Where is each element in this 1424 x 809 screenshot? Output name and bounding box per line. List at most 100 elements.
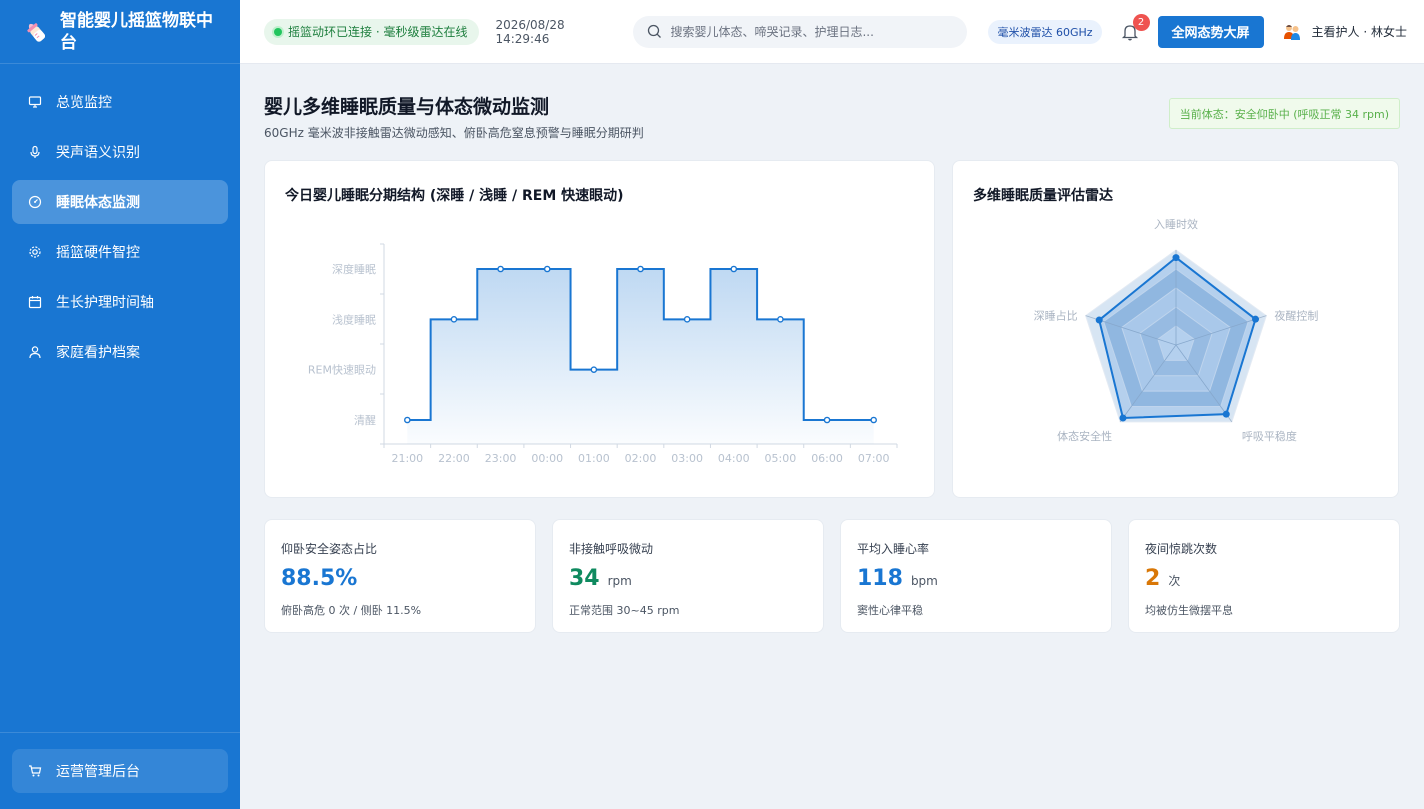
brand: 智能婴儿摇篮物联中台 (0, 0, 240, 64)
kpi-subtext: 正常范围 30~45 rpm (569, 604, 680, 617)
kpi-card-heart-rate: 平均入睡心率 118 bpm 窦性心律平稳 (840, 519, 1112, 633)
kpi-subtext: 均被仿生微摆平息 (1145, 604, 1233, 617)
x-tick-label: 21:00 (391, 452, 423, 465)
sleep-stage-point (730, 265, 738, 273)
kpi-value-row: 88.5% (281, 566, 365, 591)
radar-data-point (1119, 414, 1127, 422)
x-tick-label: 05:00 (765, 452, 797, 465)
sidebar-item-overview[interactable]: 总览监控 (12, 80, 228, 124)
kpi-subtext: 俯卧高危 0 次 / 侧卧 11.5% (281, 604, 422, 617)
sidebar-item-admin[interactable]: 运营管理后台 (12, 749, 228, 793)
kpi-label: 平均入睡心率 (857, 542, 930, 556)
page-subtitle: 60GHz 毫米波非接触雷达微动感知、俯卧高危窒息预警与睡眠分期研判 (264, 126, 644, 140)
sidebar-item-label: 总览监控 (56, 95, 112, 111)
kpi-value-row: 34 rpm (569, 566, 632, 591)
radar-chip: 毫米波雷达 60GHz (988, 19, 1102, 44)
kpi-value: 2 (1145, 566, 1161, 591)
radar-axis-label: 呼吸平稳度 (1242, 429, 1297, 443)
kpi-value-row: 118 bpm (857, 566, 938, 591)
y-tick-label: 浅度睡眠 (332, 312, 376, 326)
radar-data-polygon (1098, 256, 1257, 420)
y-tick-label: 清醒 (354, 414, 376, 427)
top-header: 摇篮动环已连接 · 毫秒级雷达在线 2026/08/28 14:29:46 毫米… (240, 0, 1424, 64)
sidebar: 智能婴儿摇篮物联中台 总览监控 哭声语义识别 睡眠体态监测 摇篮硬件智控 生长护… (0, 0, 240, 809)
sidebar-item-family-records[interactable]: 家庭看护档案 (12, 330, 228, 374)
mic-icon (30, 145, 40, 158)
radar-axis-label: 夜醒控制 (1274, 309, 1318, 323)
kpi-value: 118 (857, 566, 903, 591)
kpi-card-supine-ratio: 仰卧安全姿态占比 88.5% 俯卧高危 0 次 / 侧卧 11.5% (264, 519, 536, 633)
kpi-label: 仰卧安全姿态占比 (281, 542, 378, 556)
sleep-stage-point (823, 416, 831, 424)
x-tick-label: 07:00 (858, 452, 890, 465)
calendar-icon (28, 296, 42, 309)
sidebar-item-cry-recognition[interactable]: 哭声语义识别 (12, 130, 228, 174)
kpi-unit: 次 (1168, 574, 1181, 588)
sidebar-item-growth-timeline[interactable]: 生长护理时间轴 (12, 280, 228, 324)
main-content: 婴儿多维睡眠质量与体态微动监测 60GHz 毫米波非接触雷达微动感知、俯卧高危窒… (240, 64, 1424, 809)
sleep-quality-radar-chart: 入睡时效夜醒控制呼吸平稳度 体态安全性 深睡占比 (1034, 217, 1319, 443)
kpi-card-respiration: 非接触呼吸微动 34 rpm 正常范围 30~45 rpm (552, 519, 824, 633)
kpi-card-startle-count: 夜间惊跳次数 2 次 均被仿生微摆平息 (1128, 519, 1400, 633)
notification-count-badge: 2 (1132, 13, 1150, 31)
notification-button[interactable]: 2 (1120, 13, 1150, 42)
gauge-icon (28, 195, 42, 209)
sidebar-item-hardware-control[interactable]: 摇篮硬件智控 (12, 230, 228, 274)
sleep-stage-point (777, 316, 784, 323)
user-name: 主看护人 · 林女士 (1311, 25, 1407, 39)
radar-data-point (1172, 254, 1180, 262)
x-tick-label: 22:00 (438, 452, 470, 465)
sidebar-item-label: 运营管理后台 (56, 764, 140, 780)
search-input[interactable] (670, 24, 951, 39)
posture-status-badge: 当前体态：安全仰卧中 (呼吸正常 34 rpm) (1168, 98, 1400, 129)
kpi-label: 夜间惊跳次数 (1145, 542, 1218, 556)
sleep-stage-point (870, 416, 877, 424)
radar-axis-label: 入睡时效 (1154, 217, 1198, 231)
kpi-label: 非接触呼吸微动 (569, 542, 654, 556)
kpi-subtext: 窦性心律平稳 (857, 604, 923, 617)
search-icon (648, 24, 662, 38)
sleep-stage-chart: 清醒 REM快速眼动 浅度睡眠 深度睡眠 21:00 22:00 23:00 00:00 01:… (308, 243, 898, 465)
sleep-quality-radar-card: 多维睡眠质量评估雷达 入睡时效 夜醒控制 呼吸平稳度 体态安全性 深睡占比 (952, 160, 1399, 498)
sleep-stage-point (683, 316, 691, 323)
online-dot-icon (274, 27, 282, 36)
radar-data-point (1095, 316, 1103, 324)
radar-axis-label: 体态安全性 (1057, 429, 1112, 443)
current-datetime: 2026/08/28 14:29:46 (495, 17, 565, 46)
kpi-value-row: 2 次 (1145, 566, 1180, 591)
sidebar-item-label: 家庭看护档案 (56, 345, 140, 361)
connection-status-text: 摇篮动环已连接 · 毫秒级雷达在线 (288, 25, 468, 39)
y-tick-label: 深度睡眠 (332, 262, 376, 276)
x-tick-label: 06:00 (811, 452, 843, 465)
sidebar-item-label: 生长护理时间轴 (56, 295, 154, 311)
sleep-stage-point (543, 265, 551, 273)
kpi-value: 88.5% (281, 566, 358, 591)
search-box[interactable] (633, 15, 968, 48)
y-tick-label: REM快速眼动 (308, 364, 376, 377)
baby-bottle-icon (27, 22, 46, 42)
user-menu[interactable]: 主看护人 · 林女士 (1282, 22, 1407, 42)
sleep-stage-card: 今日婴儿睡眠分期结构 (深睡 / 浅睡 / REM 快速眼动) 清醒 REM快速眼… (264, 160, 935, 498)
connection-status-badge: 摇篮动环已连接 · 毫秒级雷达在线 (264, 18, 480, 45)
radar-data-point (1222, 410, 1230, 418)
x-tick-label: 01:00 (578, 452, 610, 465)
sleep-stage-point (590, 366, 598, 373)
x-tick-label: 23:00 (485, 452, 517, 465)
x-tick-label: 02:00 (625, 452, 657, 465)
sleep-stage-point (450, 316, 458, 323)
user-icon (29, 346, 41, 359)
radar-data-point (1252, 315, 1260, 323)
sleep-stage-point (404, 416, 411, 424)
kpi-unit: rpm (607, 574, 632, 588)
radar-axis-label: 深睡占比 (1034, 309, 1078, 323)
gear-icon (29, 246, 41, 258)
app-title: 智能婴儿摇篮物联中台 (60, 10, 213, 53)
big-screen-button[interactable]: 全网态势大屏 (1157, 15, 1264, 48)
cart-icon (29, 765, 42, 777)
x-tick-label: 00:00 (531, 452, 563, 465)
sleep-stage-point (637, 265, 644, 273)
sidebar-item-sleep-posture[interactable]: 睡眠体态监测 (12, 180, 228, 224)
sidebar-nav: 总览监控 哭声语义识别 睡眠体态监测 摇篮硬件智控 生长护理时间轴 家庭看护档案 (0, 64, 240, 374)
sidebar-item-label: 哭声语义识别 (56, 145, 140, 161)
monitor-icon (28, 96, 42, 108)
